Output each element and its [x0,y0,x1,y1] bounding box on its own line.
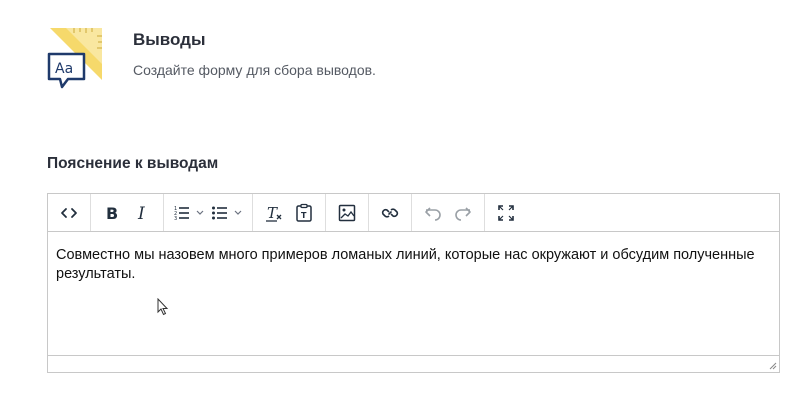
paste-as-text-icon: T [296,203,312,222]
page-title: Выводы [133,30,206,49]
bold-button[interactable]: B [97,199,127,227]
clear-formatting-icon: T [266,204,282,222]
undo-icon [425,206,441,221]
source-code-button[interactable] [54,199,84,227]
svg-text:T: T [301,211,307,220]
svg-text:I: I [137,204,145,223]
rich-text-editor: B I 123 T T Совместно мы назовем много п… [47,193,780,373]
clear-formatting-button[interactable]: T [259,199,289,227]
conclusions-logo-icon: Aa [46,24,106,90]
svg-text:3: 3 [174,216,177,222]
bulleted-list-button[interactable] [208,199,246,227]
bulleted-list-icon [212,206,242,219]
editor-content[interactable]: Совместно мы назовем много примеров лома… [56,246,765,284]
insert-image-button[interactable] [332,199,362,227]
toolbar-group-image [326,194,369,231]
svg-text:B: B [106,204,118,223]
insert-link-icon [381,207,399,218]
editor-toolbar: B I 123 T T [48,194,779,232]
redo-icon [455,206,471,221]
numbered-list-icon: 123 [174,206,204,222]
toolbar-group-link [369,194,412,231]
toolbar-group-source [48,194,91,231]
toolbar-group-clean: T T [253,194,326,231]
italic-icon: I [137,204,145,223]
toolbar-group-history [412,194,485,231]
page-subtitle: Создайте форму для сбора выводов. [133,62,376,78]
italic-button[interactable]: I [127,199,157,227]
numbered-list-button[interactable]: 123 [170,199,208,227]
toolbar-group-format: B I [91,194,164,231]
redo-button[interactable] [448,199,478,227]
code-view-icon [61,207,77,218]
bold-icon: B [106,204,118,223]
toolbar-group-view [485,194,527,231]
svg-text:T: T [267,204,278,222]
insert-image-icon [338,204,356,221]
fullscreen-button[interactable] [491,199,521,227]
logo-text: Aa [55,61,73,77]
insert-link-button[interactable] [375,199,405,227]
paste-as-text-button[interactable]: T [289,199,319,227]
resize-handle-icon[interactable] [767,360,777,370]
toolbar-group-lists: 123 [164,194,253,231]
section-header: Aa Выводы Создайте форму для сбора вывод… [46,24,746,94]
mouse-pointer-icon [157,298,169,316]
undo-button[interactable] [418,199,448,227]
field-label: Пояснение к выводам [47,155,219,172]
editor-statusbar [48,355,779,372]
fullscreen-icon [498,204,514,221]
